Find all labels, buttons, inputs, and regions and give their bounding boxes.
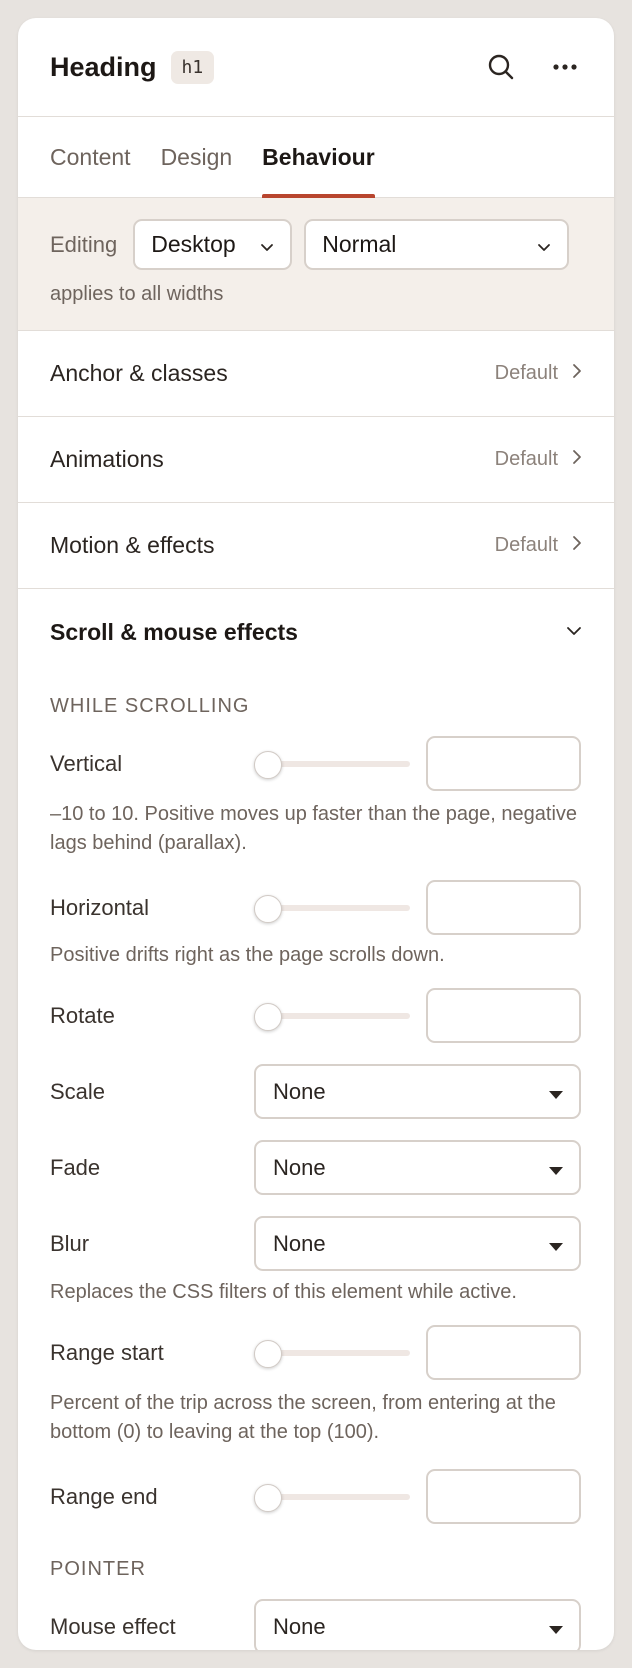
field-label: Horizontal [50, 894, 150, 920]
fade-field: Fade None [50, 1140, 582, 1195]
horizontal-slider[interactable] [254, 894, 410, 923]
more-options-icon[interactable] [548, 50, 582, 84]
slider-thumb[interactable] [254, 894, 282, 923]
chevron-down-icon [566, 623, 582, 641]
editing-note: applies to all widths [50, 283, 224, 305]
accordion-label: Anchor & classes [50, 360, 228, 386]
range-end-field: Range end [50, 1469, 582, 1524]
slider-thumb[interactable] [254, 1002, 282, 1031]
scale-field: Scale None [50, 1064, 582, 1119]
editing-bar: Editing Desktop Normal applies to all wi… [18, 198, 614, 331]
search-icon[interactable] [484, 50, 518, 84]
field-label: Scale [50, 1078, 106, 1104]
vertical-field: Vertical [50, 736, 582, 791]
chevron-down-icon [260, 231, 274, 258]
vertical-input[interactable] [426, 736, 581, 791]
chevron-right-icon [572, 449, 582, 470]
range-start-field: Range start [50, 1325, 582, 1380]
field-label: Range start [50, 1339, 164, 1365]
properties-panel: Heading h1 Content Design Behaviour Edit… [18, 18, 614, 1650]
vertical-help: –10 to 10. Positive moves up faster than… [50, 803, 578, 854]
accordion-anchor-classes[interactable]: Anchor & classes Default [18, 331, 614, 417]
device-select-value: Desktop [151, 231, 236, 257]
vertical-slider[interactable] [254, 750, 410, 779]
editing-label: Editing [50, 231, 118, 257]
field-label: Blur [50, 1230, 90, 1256]
select-value: None [273, 1078, 326, 1104]
mouse-effect-select[interactable]: None [254, 1599, 581, 1650]
panel-tabs: Content Design Behaviour [18, 117, 614, 198]
section-heading-while-scrolling: WHILE SCROLLING [50, 695, 250, 717]
range-end-input[interactable] [426, 1469, 581, 1524]
caret-down-icon [549, 1155, 563, 1181]
accordion-scroll-mouse-effects[interactable]: Scroll & mouse effects [18, 589, 614, 675]
device-select[interactable]: Desktop [133, 219, 293, 270]
slider-thumb[interactable] [254, 750, 282, 779]
accordion-label: Animations [50, 446, 164, 472]
scroll-effects-body: WHILE SCROLLING Vertical –10 to 10. Posi… [18, 695, 614, 1650]
rotate-field: Rotate [50, 988, 582, 1043]
select-value: None [273, 1154, 326, 1180]
element-tag-badge: h1 [170, 50, 215, 84]
accordion-motion-effects[interactable]: Motion & effects Default [18, 503, 614, 589]
state-select[interactable]: Normal [304, 219, 570, 270]
field-label: Vertical [50, 750, 123, 776]
caret-down-icon [549, 1231, 563, 1257]
state-select-value: Normal [322, 231, 397, 257]
section-heading-pointer: POINTER [50, 1558, 146, 1580]
horizontal-input[interactable] [426, 880, 581, 935]
panel-header: Heading h1 [18, 18, 614, 117]
range-start-slider[interactable] [254, 1339, 410, 1368]
accordion-status: Default [494, 362, 558, 384]
blur-select[interactable]: None [254, 1216, 581, 1271]
accordion-animations[interactable]: Animations Default [18, 417, 614, 503]
horizontal-field: Horizontal [50, 880, 582, 935]
field-label: Rotate [50, 1002, 115, 1028]
slider-thumb[interactable] [254, 1483, 282, 1512]
range-start-input[interactable] [426, 1325, 581, 1380]
tab-behaviour[interactable]: Behaviour [262, 117, 376, 198]
accordion-status: Default [494, 448, 558, 470]
blur-help: Replaces the CSS filters of this element… [50, 1281, 517, 1303]
select-value: None [273, 1230, 326, 1256]
rotate-input[interactable] [426, 988, 581, 1043]
accordion-label: Scroll & mouse effects [50, 618, 298, 645]
tab-content[interactable]: Content [50, 117, 131, 197]
range-end-slider[interactable] [254, 1483, 410, 1512]
element-title: Heading [50, 51, 157, 82]
accordion-label: Motion & effects [50, 532, 215, 558]
chevron-down-icon [537, 231, 551, 258]
field-label: Mouse effect [50, 1613, 176, 1639]
select-value: None [273, 1613, 326, 1639]
range-help: Percent of the trip across the screen, f… [50, 1392, 556, 1443]
chevron-right-icon [572, 363, 582, 384]
caret-down-icon [549, 1079, 563, 1105]
field-label: Range end [50, 1483, 158, 1509]
rotate-slider[interactable] [254, 1002, 410, 1031]
fade-select[interactable]: None [254, 1140, 581, 1195]
tab-design[interactable]: Design [161, 117, 233, 197]
chevron-right-icon [572, 535, 582, 556]
scale-select[interactable]: None [254, 1064, 581, 1119]
blur-field: Blur None [50, 1216, 582, 1271]
slider-thumb[interactable] [254, 1339, 282, 1368]
horizontal-help: Positive drifts right as the page scroll… [50, 944, 445, 966]
accordion-status: Default [494, 534, 558, 556]
field-label: Fade [50, 1154, 101, 1180]
caret-down-icon [549, 1614, 563, 1640]
mouse-effect-field: Mouse effect None [50, 1599, 582, 1650]
